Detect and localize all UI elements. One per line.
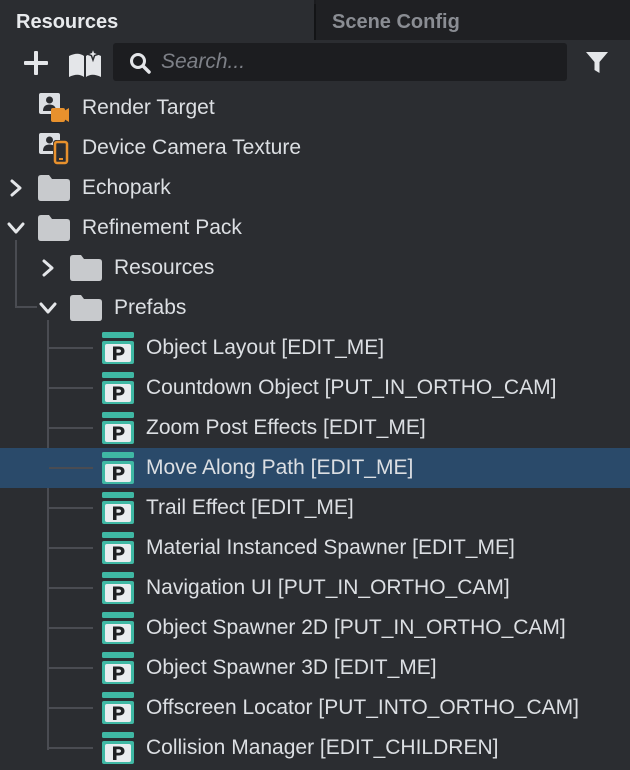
asset-library-icon bbox=[69, 47, 102, 77]
tree-item-label: Object Spawner 3D [EDIT_ME] bbox=[146, 656, 437, 679]
asset-tree: Render Target Device Camera Texture Echo… bbox=[0, 88, 630, 770]
tree-branch-line bbox=[49, 387, 93, 389]
prefab-icon bbox=[102, 332, 134, 364]
folder-icon bbox=[70, 255, 102, 281]
prefab-icon bbox=[102, 692, 134, 724]
tree-branch-line bbox=[49, 547, 93, 549]
tree-item-prefab[interactable]: Zoom Post Effects [EDIT_ME] bbox=[0, 408, 630, 448]
plus-icon bbox=[24, 51, 48, 75]
tree-item-device-camera-texture[interactable]: Device Camera Texture bbox=[0, 128, 630, 168]
tree-item-prefabs-folder[interactable]: Prefabs bbox=[0, 288, 630, 328]
tree-item-label: Device Camera Texture bbox=[82, 136, 302, 159]
prefab-icon bbox=[102, 372, 134, 404]
tab-scene-config[interactable]: Scene Config bbox=[316, 0, 630, 40]
tree-item-refinement-pack[interactable]: Refinement Pack bbox=[0, 208, 630, 248]
device-camera-icon bbox=[39, 133, 69, 165]
tree-item-label: Navigation UI [PUT_IN_ORTHO_CAM] bbox=[146, 576, 510, 599]
tree-item-prefab[interactable]: Object Spawner 3D [EDIT_ME] bbox=[0, 648, 630, 688]
tree-item-prefab[interactable]: Offscreen Locator [PUT_INTO_ORTHO_CAM] bbox=[0, 688, 630, 728]
prefab-icon bbox=[102, 452, 134, 484]
chevron-right-icon[interactable] bbox=[6, 178, 26, 198]
tree-branch-line bbox=[49, 347, 93, 349]
chevron-right-icon[interactable] bbox=[38, 258, 58, 278]
filter-icon bbox=[586, 52, 608, 73]
tree-item-prefab[interactable]: Trail Effect [EDIT_ME] bbox=[0, 488, 630, 528]
tree-item-label: Material Instanced Spawner [EDIT_ME] bbox=[146, 536, 515, 559]
tree-item-label: Render Target bbox=[82, 96, 215, 119]
tree-item-label: Move Along Path [EDIT_ME] bbox=[146, 456, 414, 479]
tree-item-label: Zoom Post Effects [EDIT_ME] bbox=[146, 416, 426, 439]
tree-branch-line bbox=[49, 707, 93, 709]
tree-item-prefab[interactable]: Material Instanced Spawner [EDIT_ME] bbox=[0, 528, 630, 568]
chevron-down-icon[interactable] bbox=[6, 218, 26, 238]
tab-resources[interactable]: Resources bbox=[0, 0, 314, 40]
add-button[interactable] bbox=[18, 40, 54, 86]
tree-item-label: Resources bbox=[114, 256, 215, 279]
tree-branch-line bbox=[49, 747, 93, 749]
filter-button[interactable] bbox=[578, 40, 616, 86]
tree-item-prefab[interactable]: Navigation UI [PUT_IN_ORTHO_CAM] bbox=[0, 568, 630, 608]
tree-item-prefab[interactable]: Countdown Object [PUT_IN_ORTHO_CAM] bbox=[0, 368, 630, 408]
tree-item-label: Offscreen Locator [PUT_INTO_ORTHO_CAM] bbox=[146, 696, 579, 719]
tree-item-label: Object Layout [EDIT_ME] bbox=[146, 336, 385, 359]
tree-item-label: Object Spawner 2D [PUT_IN_ORTHO_CAM] bbox=[146, 616, 566, 639]
tree-item-label: Prefabs bbox=[114, 296, 187, 319]
tree-item-echopark[interactable]: Echopark bbox=[0, 168, 630, 208]
tree-branch-line bbox=[49, 587, 93, 589]
toolbar bbox=[0, 40, 630, 86]
prefab-icon bbox=[102, 492, 134, 524]
tree-branch-line bbox=[49, 507, 93, 509]
prefab-icon bbox=[102, 732, 134, 764]
search-icon bbox=[130, 53, 151, 74]
render-target-icon bbox=[39, 93, 69, 122]
tree-branch-line bbox=[49, 467, 93, 469]
tree-item-label: Collision Manager [EDIT_CHILDREN] bbox=[146, 736, 499, 759]
prefab-icon bbox=[102, 652, 134, 684]
tree-item-prefab[interactable]: Object Layout [EDIT_ME] bbox=[0, 328, 630, 368]
search-box bbox=[113, 43, 567, 81]
prefab-icon bbox=[102, 532, 134, 564]
tree-branch-line bbox=[49, 667, 93, 669]
chevron-down-icon[interactable] bbox=[38, 298, 58, 318]
tree-item-label: Echopark bbox=[82, 176, 171, 199]
asset-library-button[interactable] bbox=[64, 40, 106, 86]
tree-branch-line bbox=[49, 427, 93, 429]
tree-branch-line bbox=[49, 627, 93, 629]
tree-item-resources-folder[interactable]: Resources bbox=[0, 248, 630, 288]
tree-item-render-target[interactable]: Render Target bbox=[0, 88, 630, 128]
resources-panel: Resources Scene Config Search... Render … bbox=[0, 0, 630, 770]
tree-item-prefab-selected[interactable]: Move Along Path [EDIT_ME] bbox=[0, 448, 630, 488]
prefab-icon bbox=[102, 412, 134, 444]
folder-icon bbox=[70, 295, 102, 321]
search-input[interactable] bbox=[161, 43, 551, 81]
tree-item-label: Countdown Object [PUT_IN_ORTHO_CAM] bbox=[146, 376, 557, 399]
folder-icon bbox=[38, 175, 70, 201]
prefab-icon bbox=[102, 572, 134, 604]
folder-icon bbox=[38, 215, 70, 241]
tree-item-label: Trail Effect [EDIT_ME] bbox=[146, 496, 354, 519]
prefab-icon bbox=[102, 612, 134, 644]
tree-item-prefab[interactable]: Collision Manager [EDIT_CHILDREN] bbox=[0, 728, 630, 768]
tree-item-label: Refinement Pack bbox=[82, 216, 242, 239]
tab-bar: Resources Scene Config bbox=[0, 0, 630, 40]
tree-item-prefab[interactable]: Object Spawner 2D [PUT_IN_ORTHO_CAM] bbox=[0, 608, 630, 648]
